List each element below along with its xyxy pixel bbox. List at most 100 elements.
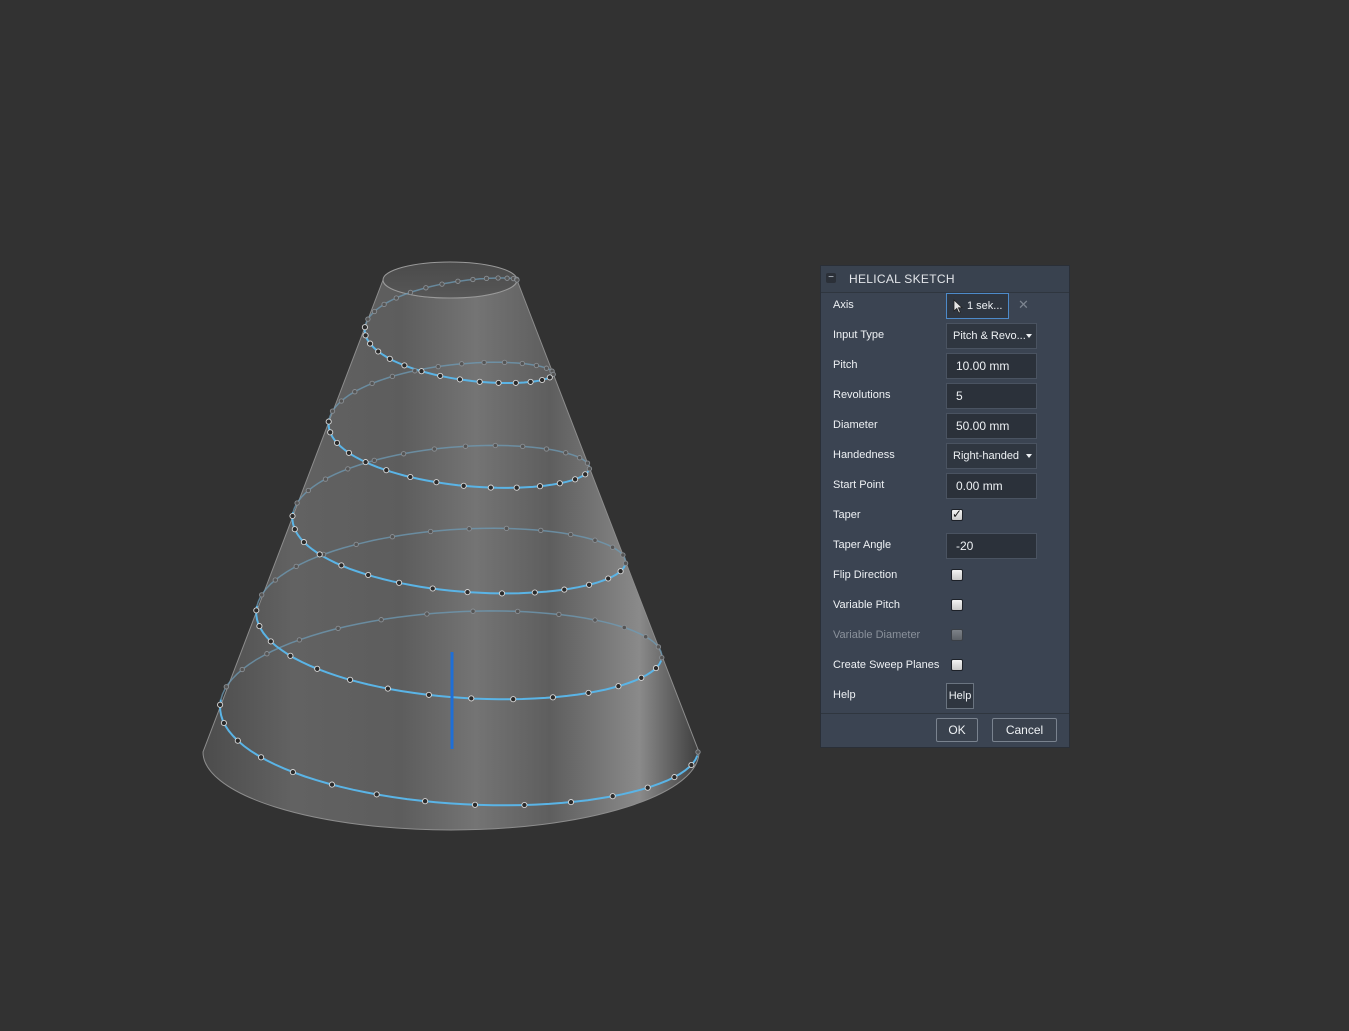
helix-point [563, 450, 569, 456]
helix-point [609, 544, 616, 550]
helix-point [322, 476, 329, 482]
axis-selection-field[interactable]: 1 sek... [946, 293, 1009, 319]
helix-point [561, 586, 568, 593]
helix-point [412, 368, 418, 374]
taper-angle-input[interactable]: -20 [946, 533, 1037, 559]
diameter-label: Diameter [833, 419, 878, 431]
helix-point [515, 608, 521, 615]
helix-point [378, 617, 384, 623]
helix-point [325, 418, 332, 425]
variable-pitch-checkbox[interactable] [951, 599, 963, 611]
helix-point [400, 451, 407, 457]
helix-point [264, 651, 270, 657]
helix-point [407, 289, 414, 296]
row-pitch: Pitch 10.00 mm [821, 351, 1069, 381]
helix-point [328, 781, 336, 788]
helix-point [333, 439, 341, 446]
helix-point [369, 380, 375, 387]
helix-point [536, 483, 544, 490]
helix-point [521, 801, 528, 809]
helix-point [638, 674, 645, 681]
helix-point [495, 275, 501, 281]
checkmark-icon: ✓ [952, 507, 963, 521]
helix-point [464, 589, 471, 596]
start-point-label: Start Point [833, 479, 885, 491]
helix-point [381, 301, 387, 308]
minus-icon[interactable]: − [826, 273, 836, 283]
pitch-input[interactable]: 10.00 mm [946, 353, 1037, 379]
taper-angle-label: Taper Angle [833, 539, 892, 551]
handedness-dropdown[interactable]: Right-handed [946, 443, 1037, 469]
flip-direction-checkbox[interactable] [951, 569, 963, 581]
input-type-dropdown[interactable]: Pitch & Revo... [946, 323, 1037, 349]
taper-checkbox[interactable]: ✓ [951, 507, 963, 521]
helix-point [386, 355, 393, 362]
helix-point [393, 295, 399, 301]
helix-point [431, 446, 438, 452]
helix-point [605, 575, 612, 582]
helix-point [345, 449, 352, 456]
start-point-input[interactable]: 0.00 mm [946, 473, 1037, 499]
helix-point [429, 585, 436, 592]
helix-point [401, 362, 408, 369]
helix-point [556, 480, 563, 487]
helix-point [291, 526, 298, 533]
helix-point [418, 368, 425, 375]
input-type-label: Input Type [833, 329, 885, 341]
helix-point [487, 484, 494, 491]
helix-point [470, 276, 476, 283]
helix-point [519, 360, 525, 367]
help-button[interactable]: Help [946, 683, 974, 709]
helix-point [527, 378, 534, 385]
helix-point [586, 581, 593, 588]
close-x-icon[interactable]: ✕ [1018, 297, 1029, 313]
helix-point [316, 551, 323, 558]
helix-point [455, 278, 461, 284]
helix-point [293, 563, 299, 570]
helix-point [456, 376, 463, 383]
row-create-sweep-planes: Create Sweep Planes [821, 651, 1069, 681]
helix-point [259, 592, 265, 598]
dialog-title: HELICAL SKETCH [849, 272, 955, 286]
variable-pitch-label: Variable Pitch [833, 599, 901, 611]
helix-point [584, 460, 591, 466]
helix-point [504, 275, 510, 281]
helix-point [267, 638, 274, 645]
helix-point [609, 793, 616, 800]
helix-point [239, 666, 245, 673]
helix-point [424, 611, 430, 617]
helix-point [223, 684, 229, 690]
helix-point [617, 568, 624, 575]
helix-point [501, 359, 508, 366]
help-label: Help [833, 689, 856, 701]
helix-point [615, 683, 622, 690]
helix-point [423, 285, 429, 291]
ok-button[interactable]: OK [936, 718, 978, 742]
cancel-button[interactable]: Cancel [992, 718, 1057, 742]
helix-point [512, 379, 519, 386]
row-taper: Taper ✓ [821, 501, 1069, 531]
flip-direction-label: Flip Direction [833, 569, 898, 581]
helix-point [338, 562, 345, 569]
helix-point [300, 539, 307, 546]
3d-viewport[interactable] [0, 0, 1349, 1031]
row-input-type: Input Type Pitch & Revo... [821, 321, 1069, 351]
helix-point [503, 525, 510, 532]
helix-point [567, 799, 575, 806]
helix-point [389, 534, 396, 540]
helix-point [533, 362, 540, 369]
helix-point [338, 398, 345, 404]
revolutions-input[interactable]: 5 [946, 383, 1037, 409]
helix-point [688, 761, 695, 769]
input-type-value: Pitch & Revo... [953, 330, 1026, 342]
dialog-header: − HELICAL SKETCH [821, 266, 1069, 293]
helix-point [435, 363, 441, 370]
helix-point [538, 527, 544, 534]
dropdown-arrow-icon [1026, 454, 1032, 458]
create-sweep-planes-checkbox[interactable] [951, 659, 963, 671]
helix-point [546, 374, 553, 381]
diameter-input[interactable]: 50.00 mm [946, 413, 1037, 439]
helix-point [433, 479, 440, 486]
helix-point [217, 701, 224, 708]
helix-point [495, 379, 502, 386]
